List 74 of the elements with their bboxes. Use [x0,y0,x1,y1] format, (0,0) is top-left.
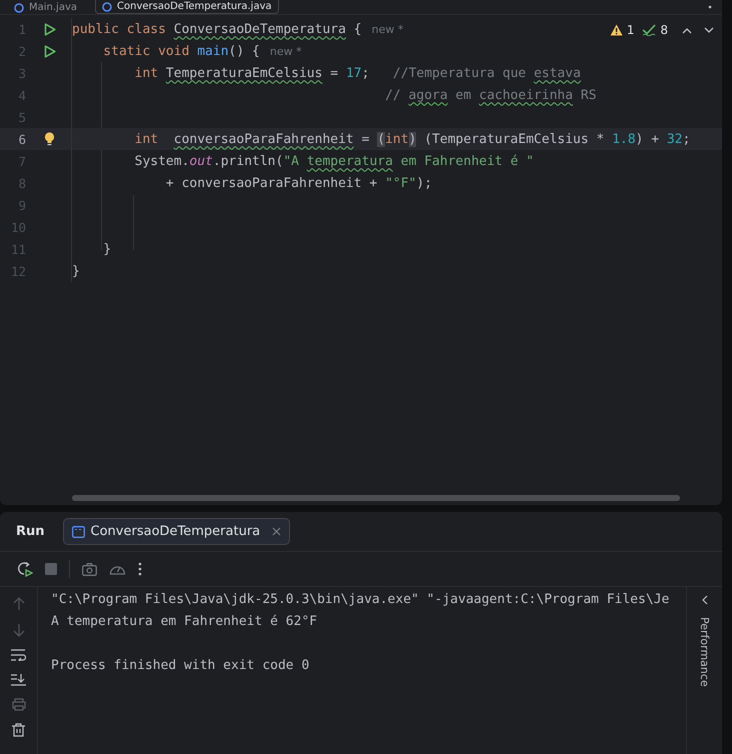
editor-tab[interactable]: Main.java [8,1,84,14]
code-text: = [360,132,370,146]
code-text: } [102,242,112,256]
code-text: TemperaturaEmCelsius [166,66,322,80]
chevron-left-icon[interactable] [702,595,708,605]
console-window-icon [72,526,85,538]
code-comment: // [384,88,402,102]
console-output: Process finished with exit code 0 [51,657,310,675]
code-comment: cachoeirinha [479,88,573,102]
scroll-to-end-icon[interactable] [11,673,26,686]
code-function: main [197,44,229,58]
code-text: ) + [636,132,660,146]
code-comment: agora [408,88,448,102]
console-output: A temperatura em Fahrenheit é 62°F [51,613,318,631]
more-icon[interactable] [708,4,712,10]
code-string: em Fahrenheit é " [400,154,534,168]
soft-wrap-icon[interactable] [11,649,26,661]
code-text: ); [416,176,432,190]
code-text: ) [408,132,416,146]
code-text: .println( [212,154,284,168]
code-text: System. [134,154,190,168]
chevron-down-icon[interactable] [704,26,714,34]
lightbulb-icon[interactable] [44,132,55,146]
code-text: = [329,66,340,80]
code-keyword: static void [102,44,190,58]
code-text: { [352,22,362,36]
check-count: 8 [660,23,668,37]
code-number: 17 [346,66,362,80]
code-comment: em [454,88,472,102]
code-keyword: int [134,66,160,80]
code-text: (TemperaturaEmCelsius * [423,132,606,146]
performance-side-tab[interactable]: Performance [698,617,711,687]
java-class-icon [102,2,112,12]
code-number: 32 [666,132,683,146]
code-number: 1.8 [612,132,636,146]
print-icon[interactable] [12,698,26,711]
code-text: ; [682,132,690,146]
code-string: "°F" [385,176,416,190]
editor-tab[interactable]: ConversaoDeTemperatura.java [95,0,279,14]
code-field: out [189,154,213,168]
code-string: temperatura [306,154,393,168]
warning-count: 1 [626,23,634,37]
java-class-icon [14,2,24,12]
code-comment: //Temperatura que [392,66,527,80]
warning-icon[interactable] [610,24,623,36]
code-text: } [72,264,80,278]
code-text: conversaoParaFahrenheit [174,132,354,146]
close-icon[interactable] [272,527,282,536]
code-text: ( [377,132,386,146]
rerun-icon[interactable] [17,561,33,577]
usage-hint[interactable]: new * [372,22,404,36]
code-text: + conversaoParaFahrenheit + [164,176,378,190]
line-number: 6 [17,132,26,146]
run-icon[interactable] [44,44,56,58]
code-keyword: int [134,132,160,146]
console-output: "C:\Program Files\Java\jdk-25.0.3\bin\java.exe" "-javaagent:C:\Program Files\Je [51,591,670,609]
code-text: ; [362,66,370,80]
panel-title: Run [16,524,45,539]
check-icon[interactable] [642,24,656,36]
code-text: () { [228,44,260,58]
scrollbar-thumb[interactable] [72,495,680,501]
run-icon[interactable] [44,22,56,36]
code-comment: RS [580,88,596,102]
run-config-tab[interactable]: ConversaoDeTemperatura [62,518,290,545]
more-icon[interactable] [138,562,142,576]
code-keyword: public class [72,22,167,36]
code-string: "A [283,154,300,168]
trash-icon[interactable] [12,723,25,737]
code-keyword: int [385,132,409,146]
camera-icon[interactable] [82,562,97,576]
code-comment: estava [534,66,581,80]
chevron-up-icon[interactable] [682,26,692,34]
usage-hint[interactable]: new * [270,44,302,58]
code-text: ConversaoDeTemperatura [174,22,346,36]
